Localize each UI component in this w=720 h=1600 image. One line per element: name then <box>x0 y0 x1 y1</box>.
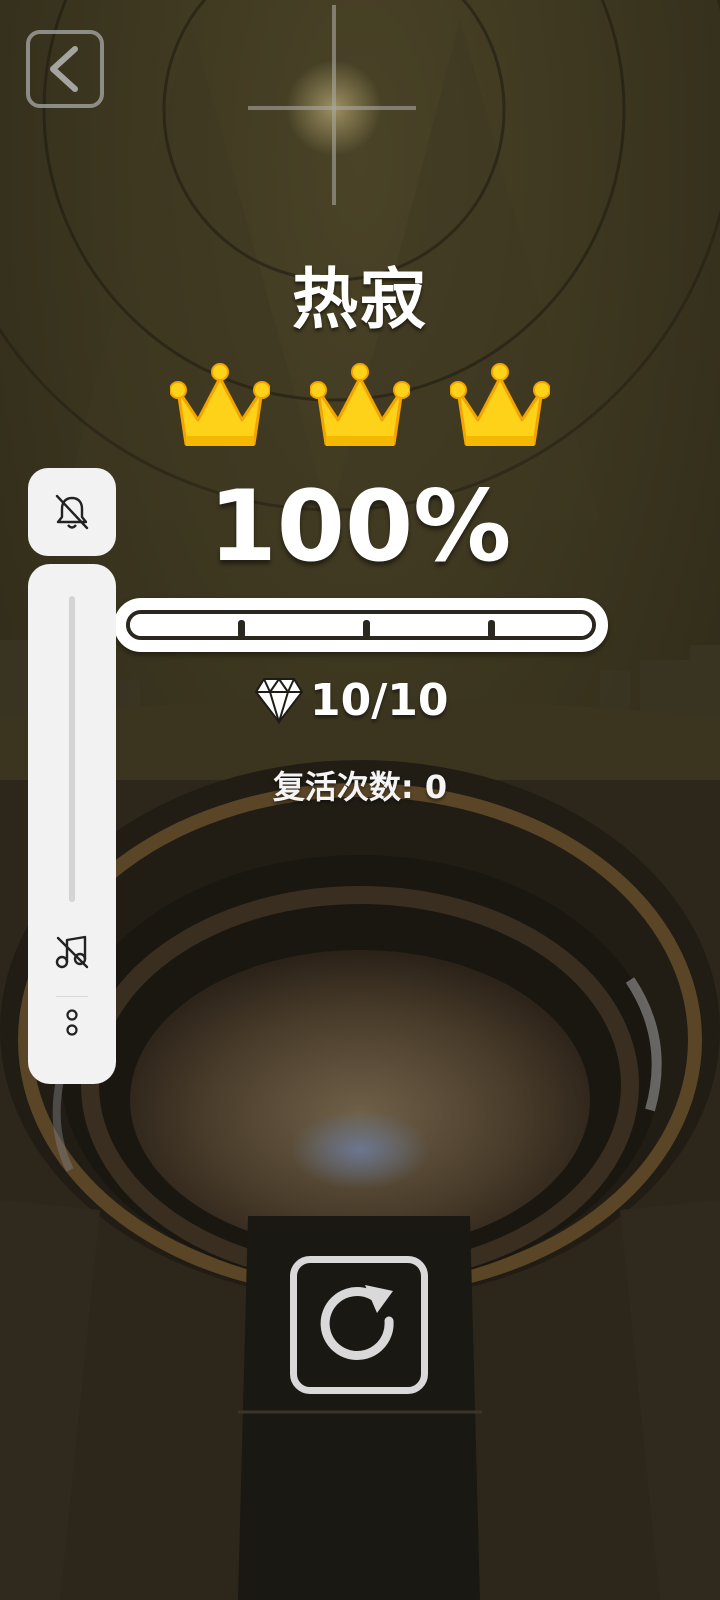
progress-track <box>126 610 596 640</box>
chevron-left-icon <box>50 46 78 92</box>
progress-bar <box>114 598 608 652</box>
replay-icon <box>320 1285 394 1360</box>
song-title: 热寂 <box>292 261 428 338</box>
progress-milestone-marker <box>238 620 245 638</box>
crown-icon <box>310 363 410 446</box>
gem-counter: 10/10 <box>254 670 449 730</box>
diamond-icon <box>254 677 304 724</box>
gem-count: 10/10 <box>310 674 449 726</box>
panel-divider <box>56 996 88 997</box>
music-off-icon[interactable] <box>54 934 90 970</box>
progress-milestone-marker <box>363 620 370 638</box>
progress-milestone-marker <box>488 620 495 638</box>
bell-off-icon <box>55 494 89 530</box>
crown-icon <box>450 363 550 446</box>
notification-toggle-button[interactable] <box>28 468 116 556</box>
crown-rating <box>0 360 720 460</box>
side-control-panel <box>28 564 116 1084</box>
back-button[interactable] <box>26 30 104 108</box>
crown-icon <box>170 363 270 446</box>
progress-fill <box>130 614 592 636</box>
replay-button[interactable] <box>290 1256 428 1394</box>
vertical-dots-icon[interactable] <box>62 1006 82 1040</box>
volume-slider[interactable] <box>69 596 75 902</box>
